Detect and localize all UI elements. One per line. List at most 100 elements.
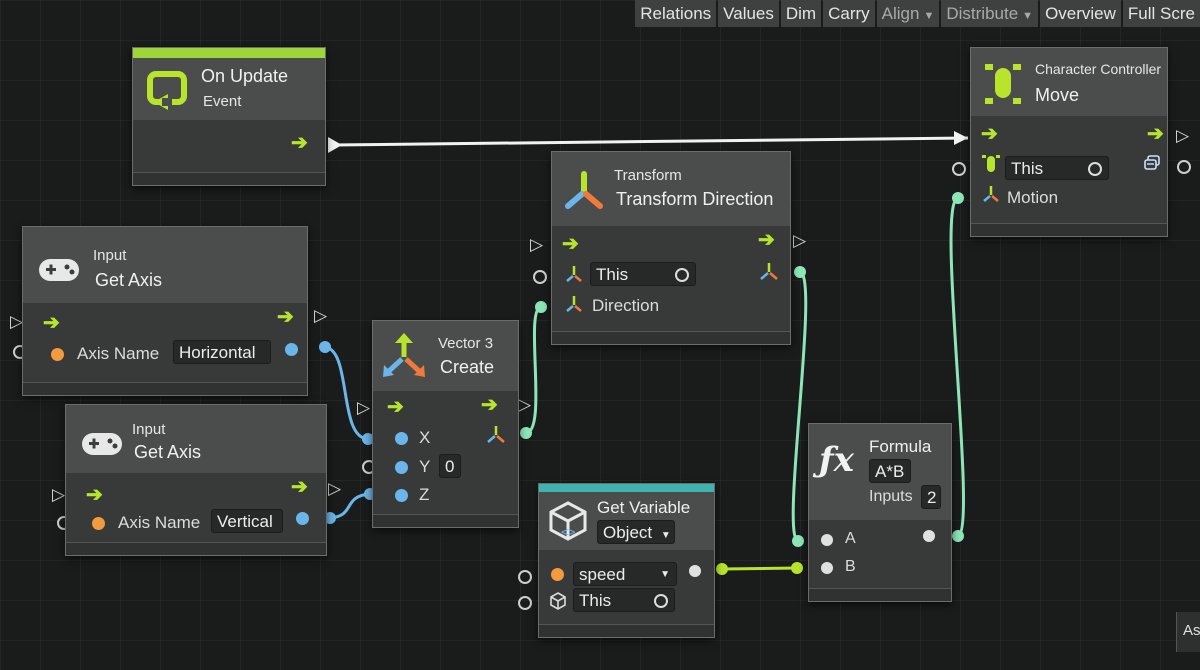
node-category: Transform: [614, 167, 682, 184]
overview-button[interactable]: Overview: [1040, 0, 1121, 27]
cube-icon: <>: [547, 500, 589, 547]
direction-label: Direction: [592, 296, 660, 315]
flow-out-arrow-icon[interactable]: ➔: [481, 395, 498, 415]
flow-in-arrow-icon[interactable]: ➔: [562, 234, 579, 254]
x-input-port[interactable]: [395, 432, 408, 445]
controller-target-field[interactable]: This: [1005, 156, 1109, 180]
this-target-field[interactable]: This: [590, 262, 696, 286]
node-on-update[interactable]: On Update Event ➔: [132, 47, 326, 186]
formula-expression-field[interactable]: A*B: [869, 459, 911, 483]
node-transform-direction[interactable]: Transform Transform Direction ➔ ➔ This D…: [551, 151, 791, 345]
node-title: Formula: [869, 437, 932, 456]
flow-out-arrow-icon[interactable]: ➔: [758, 230, 775, 250]
flow-out-arrow-icon[interactable]: ➔: [291, 477, 308, 497]
node-title: Get Axis: [134, 442, 202, 462]
node-category: Event: [203, 93, 242, 110]
dropdown-caret-icon: ▼: [660, 569, 670, 580]
node-get-axis-horizontal[interactable]: Input Get Axis ➔ ➔ Axis Name Horizontal: [22, 226, 308, 396]
cube-small-icon: [549, 592, 567, 615]
fx-icon: ƒx: [819, 440, 854, 480]
flow-wire-update-to-move: [332, 136, 969, 147]
this-target-icon[interactable]: [654, 594, 668, 608]
z-label: Z: [419, 485, 430, 504]
flow-out-arrow-icon[interactable]: ➔: [291, 133, 308, 153]
inputs-count-field[interactable]: 2: [921, 485, 941, 509]
y-value-field[interactable]: 0: [439, 454, 461, 478]
node-title: On Update: [201, 66, 289, 86]
a-input-port[interactable]: [821, 534, 833, 546]
flow-wire-start-triangle: [328, 137, 342, 153]
variable-name-field[interactable]: speed ▼: [573, 562, 677, 586]
controller-target-value: This: [1011, 159, 1044, 178]
full-screen-button[interactable]: Full Scre: [1122, 0, 1200, 27]
axis-value-out-port[interactable]: [285, 343, 298, 356]
variable-name-port[interactable]: [551, 568, 564, 581]
axis-name-field[interactable]: Vertical: [211, 509, 283, 533]
graph-canvas[interactable]: Relations Values Dim Carry Align ▼ Distri…: [0, 0, 1200, 670]
align-dropdown[interactable]: Align ▼: [876, 0, 940, 27]
vector3-axes-icon: [381, 333, 427, 384]
wire-axis-vertical-to-z: [329, 492, 371, 520]
transform-output-icon: [758, 260, 780, 287]
y-input-port[interactable]: [395, 461, 408, 474]
this-target-icon[interactable]: [675, 268, 689, 282]
flow-in-arrow-icon[interactable]: ➔: [43, 313, 60, 333]
axis-name-field[interactable]: Horizontal: [173, 340, 271, 364]
transform-target-icon: [564, 264, 584, 289]
collision-flags-icon: [1143, 154, 1161, 177]
node-category: Vector 3: [438, 335, 494, 352]
wire-speed-to-formula-b: [721, 566, 798, 571]
align-label: Align: [881, 4, 920, 23]
flow-in-arrow-icon[interactable]: ➔: [86, 485, 103, 505]
variable-target-field[interactable]: This: [573, 588, 675, 612]
node-character-controller-move[interactable]: Character Controller Move ➔ ➔ This Motio…: [970, 47, 1168, 237]
character-controller-icon: [983, 62, 1023, 111]
axis-value-out-port[interactable]: [296, 512, 309, 525]
x-label: X: [419, 428, 431, 447]
dim-button[interactable]: Dim: [780, 0, 822, 27]
node-formula[interactable]: ƒx Formula A*B Inputs 2 A B: [808, 423, 952, 602]
wire-formula-to-motion: [949, 196, 965, 538]
node-title: Create: [440, 357, 495, 377]
z-input-port[interactable]: [395, 489, 408, 502]
axis-name-port[interactable]: [92, 517, 105, 530]
gamepad-icon: [37, 255, 81, 290]
y-label: Y: [419, 457, 431, 476]
variable-target-value: This: [579, 591, 612, 610]
variable-kind-dropdown[interactable]: Object ▼: [597, 520, 675, 544]
graph-toolbar: Relations Values Dim Carry Align ▼ Distri…: [0, 0, 1200, 30]
node-vector3-create[interactable]: Vector 3 Create ➔ ➔ X Y 0 Z: [372, 320, 519, 528]
flow-in-arrow-icon[interactable]: ➔: [387, 397, 404, 417]
carry-button[interactable]: Carry: [823, 0, 875, 27]
node-get-variable[interactable]: <> Get Variable Object ▼ speed ▼ This: [538, 483, 715, 638]
axis-name-port[interactable]: [51, 348, 64, 361]
a-label: A: [845, 530, 856, 547]
transform-axes-icon: [562, 170, 606, 219]
flow-out-arrow-icon[interactable]: ➔: [277, 307, 294, 327]
controller-target-icon: [981, 154, 1001, 179]
side-panel-label: As: [1183, 622, 1200, 639]
this-target-value: This: [596, 265, 629, 284]
flow-in-arrow-icon[interactable]: ➔: [981, 124, 998, 144]
flow-wire-end-triangle: [954, 131, 968, 145]
variable-kind-value: Object: [603, 523, 653, 542]
distribute-dropdown[interactable]: Distribute ▼: [941, 0, 1039, 27]
gamepad-icon: [80, 429, 124, 464]
b-input-port[interactable]: [821, 562, 833, 574]
this-target-icon[interactable]: [1088, 162, 1102, 176]
values-button[interactable]: Values: [718, 0, 779, 27]
inputs-label: Inputs: [869, 488, 913, 505]
vector3-output-icon: [485, 423, 507, 450]
node-get-axis-vertical[interactable]: Input Get Axis ➔ ➔ Axis Name Vertical: [65, 404, 327, 556]
node-category: Input: [93, 247, 127, 264]
direction-icon: [564, 294, 584, 319]
flow-out-arrow-icon[interactable]: ➔: [1147, 124, 1164, 144]
axis-name-label: Axis Name: [77, 344, 160, 363]
variable-value-out-port[interactable]: [689, 565, 701, 577]
result-out-port[interactable]: [923, 530, 935, 542]
dropdown-caret-icon: ▼: [660, 530, 671, 541]
relations-button[interactable]: Relations: [635, 0, 717, 27]
loop-event-icon: [146, 68, 190, 117]
dropdown-caret-icon: ▼: [923, 10, 935, 22]
side-panel-edge[interactable]: As: [1176, 612, 1200, 652]
